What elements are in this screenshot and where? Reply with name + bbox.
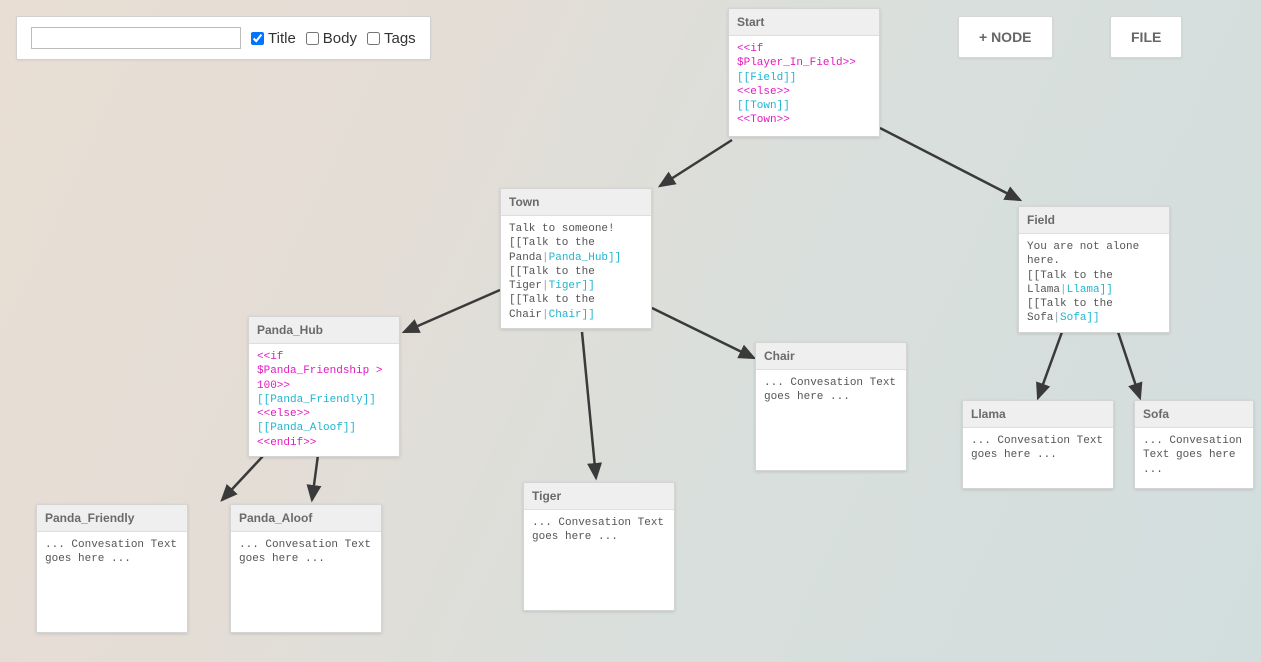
node-start[interactable]: Start <<if $Player_In_Field>> [[Field]] … [728, 8, 880, 137]
node-panda-friendly[interactable]: Panda_Friendly ... Convesation Text goes… [36, 504, 188, 633]
filter-tags-checkbox[interactable] [367, 32, 380, 45]
node-title[interactable]: Panda_Aloof [231, 505, 381, 532]
node-field[interactable]: Field You are not alone here. [[Talk to … [1018, 206, 1170, 333]
node-panda-aloof[interactable]: Panda_Aloof ... Convesation Text goes he… [230, 504, 382, 633]
node-title[interactable]: Llama [963, 401, 1113, 428]
node-body[interactable]: Talk to someone! [[Talk to the Panda|Pan… [501, 216, 651, 328]
node-title[interactable]: Start [729, 9, 879, 36]
node-title[interactable]: Town [501, 189, 651, 216]
filter-body-label: Body [323, 30, 357, 47]
node-llama[interactable]: Llama ... Convesation Text goes here ... [962, 400, 1114, 489]
node-body[interactable]: <<if $Player_In_Field>> [[Field]] <<else… [729, 36, 879, 136]
node-title[interactable]: Sofa [1135, 401, 1253, 428]
filter-body[interactable]: Body [306, 30, 357, 47]
search-toolbar: Title Body Tags [16, 16, 431, 60]
search-input[interactable] [31, 27, 241, 49]
node-title[interactable]: Panda_Hub [249, 317, 399, 344]
node-panda-hub[interactable]: Panda_Hub <<if $Panda_Friendship > 100>>… [248, 316, 400, 457]
filter-tags-label: Tags [384, 30, 416, 47]
node-body[interactable]: You are not alone here. [[Talk to the Ll… [1019, 234, 1169, 332]
node-sofa[interactable]: Sofa ... Convesation Text goes here ... [1134, 400, 1254, 489]
filter-tags[interactable]: Tags [367, 30, 416, 47]
filter-body-checkbox[interactable] [306, 32, 319, 45]
node-title[interactable]: Chair [756, 343, 906, 370]
node-title[interactable]: Field [1019, 207, 1169, 234]
node-body[interactable]: <<if $Panda_Friendship > 100>> [[Panda_F… [249, 344, 399, 456]
filter-title[interactable]: Title [251, 30, 296, 47]
file-button[interactable]: FILE [1110, 16, 1182, 58]
filter-title-label: Title [268, 30, 296, 47]
node-body[interactable]: ... Convesation Text goes here ... [524, 510, 674, 610]
node-title[interactable]: Panda_Friendly [37, 505, 187, 532]
node-town[interactable]: Town Talk to someone! [[Talk to the Pand… [500, 188, 652, 329]
node-tiger[interactable]: Tiger ... Convesation Text goes here ... [523, 482, 675, 611]
node-chair[interactable]: Chair ... Convesation Text goes here ... [755, 342, 907, 471]
node-body[interactable]: ... Convesation Text goes here ... [756, 370, 906, 470]
node-body[interactable]: ... Convesation Text goes here ... [37, 532, 187, 632]
node-title[interactable]: Tiger [524, 483, 674, 510]
add-node-button[interactable]: + NODE [958, 16, 1053, 58]
node-body[interactable]: ... Convesation Text goes here ... [231, 532, 381, 632]
node-body[interactable]: ... Convesation Text goes here ... [1135, 428, 1253, 488]
node-body[interactable]: ... Convesation Text goes here ... [963, 428, 1113, 488]
filter-title-checkbox[interactable] [251, 32, 264, 45]
